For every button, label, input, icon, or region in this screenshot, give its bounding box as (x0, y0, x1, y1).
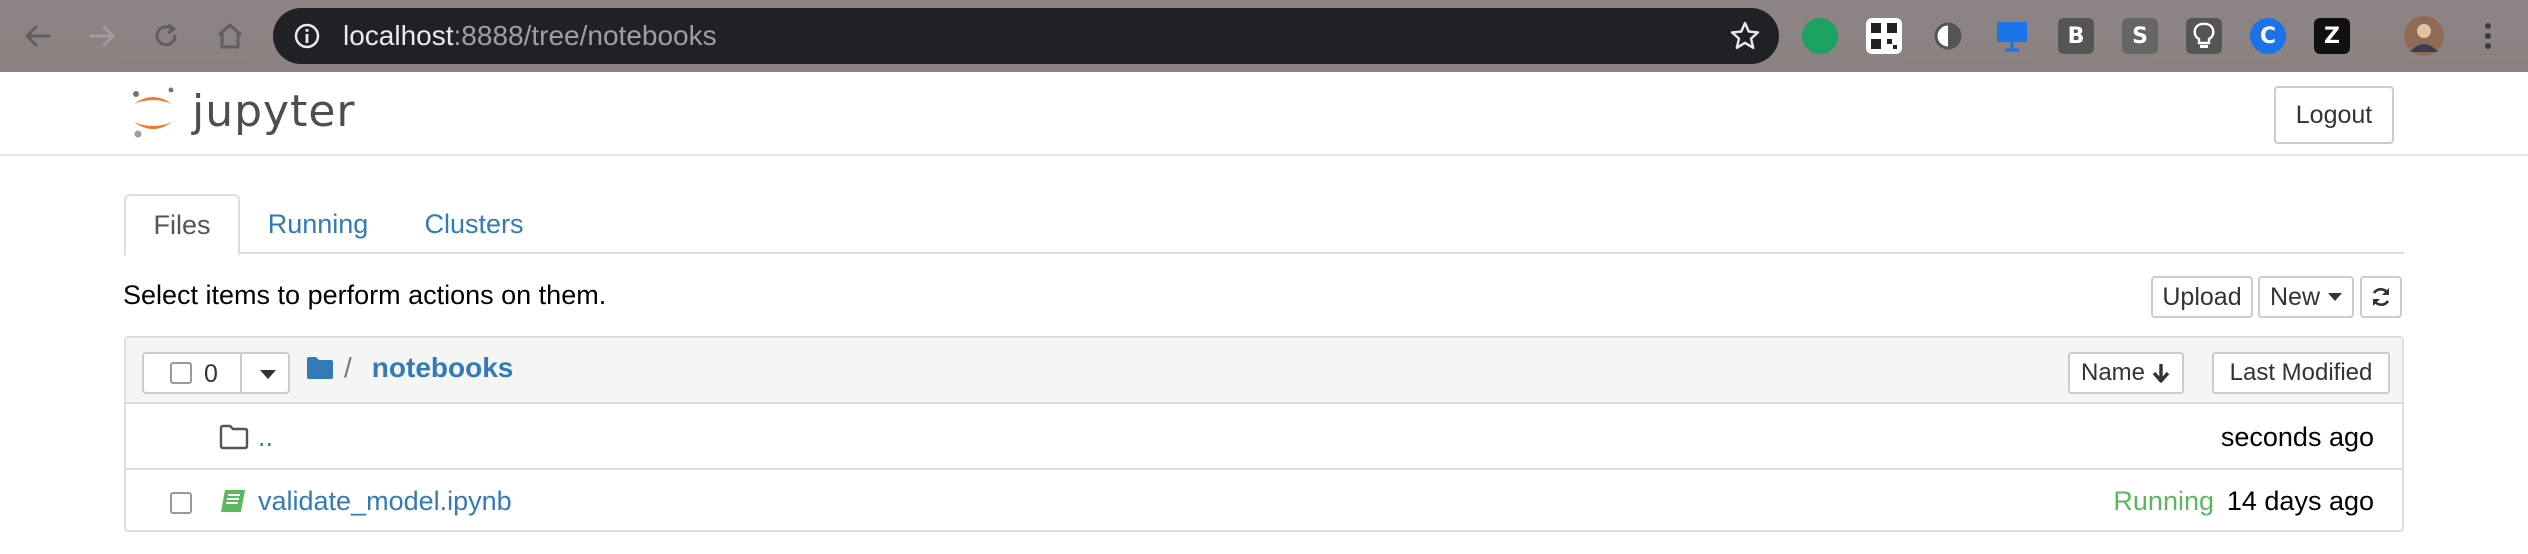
breadcrumb-folder-link[interactable]: notebooks (372, 352, 514, 384)
logout-button[interactable]: Logout (2274, 86, 2394, 144)
item-checkbox[interactable] (170, 492, 192, 514)
c-ext-extension-icon[interactable]: C (2250, 18, 2286, 54)
notebook-icon (221, 490, 245, 512)
selected-count: 0 (204, 360, 218, 388)
tab-bar: Files Running Clusters (124, 194, 2404, 256)
s-ext-extension-icon[interactable]: S (2122, 18, 2158, 54)
running-status: Running (2113, 486, 2214, 516)
home-icon (217, 23, 243, 49)
address-bar[interactable]: localhost:8888/tree/notebooks (273, 8, 1779, 64)
notebook-link[interactable]: validate_model.ipynb (258, 486, 512, 517)
refresh-icon (2372, 288, 2390, 306)
jupyter-logo-icon (133, 87, 174, 138)
jupyter-header: jupyter Logout (0, 72, 2528, 156)
back-button[interactable] (18, 16, 58, 56)
browser-menu-button[interactable] (2468, 16, 2508, 56)
tab-clusters[interactable]: Clusters (418, 194, 530, 254)
sort-name-label: Name (2080, 359, 2146, 386)
green-dot-extension-icon[interactable] (1802, 18, 1838, 54)
file-list-header: 0 / notebooks Name Last Modified (126, 338, 2402, 404)
caret-down-icon (2328, 293, 2342, 301)
select-all-group[interactable]: 0 (142, 352, 290, 394)
b-ext-extension-icon[interactable]: B (2058, 18, 2094, 54)
breadcrumb: / notebooks (306, 352, 513, 384)
new-label: New (2269, 282, 2320, 311)
divider (240, 354, 242, 392)
z-ext-extension-icon[interactable]: Z (2314, 18, 2350, 54)
forward-button[interactable] (82, 16, 122, 56)
arrow-down-icon (2152, 364, 2170, 383)
bookmark-star-icon[interactable] (1729, 20, 1761, 52)
list-item[interactable]: .. seconds ago (126, 406, 2402, 470)
jupyter-logo-text: jupyter (192, 86, 356, 137)
jupyter-logo[interactable]: jupyter (128, 82, 356, 142)
list-item[interactable]: validate_model.ipynb Running 14 days ago (126, 470, 2402, 534)
selection-hint: Select items to perform actions on them. (123, 280, 607, 310)
screen-extension-icon[interactable] (1994, 18, 2030, 54)
browser-toolbar: localhost:8888/tree/notebooks BS CZ (0, 0, 2528, 72)
tab-running[interactable]: Running (260, 194, 376, 254)
sort-by-name-button[interactable]: Name (2068, 352, 2184, 394)
refresh-button[interactable] (2360, 276, 2402, 318)
folder-outline-icon (219, 424, 249, 450)
sort-by-modified-button[interactable]: Last Modified (2212, 352, 2390, 394)
folder-icon[interactable] (306, 356, 334, 380)
last-modified: 14 days ago (2226, 486, 2374, 516)
qr-code-extension-icon[interactable] (1866, 18, 1902, 54)
select-menu-caret-icon[interactable] (260, 370, 276, 379)
tab-files[interactable]: Files (124, 194, 240, 256)
reload-icon (155, 23, 177, 47)
avatar-icon (2404, 16, 2444, 56)
breadcrumb-separator: / (344, 352, 352, 383)
last-modified: seconds ago (2220, 422, 2374, 452)
info-icon[interactable] (293, 22, 321, 50)
circle-extension-icon[interactable] (1930, 18, 1966, 54)
profile-avatar[interactable] (2404, 16, 2444, 56)
more-vertical-icon (2485, 23, 2491, 49)
url-text: localhost:8888/tree/notebooks (343, 20, 717, 51)
arrow-right-icon (89, 25, 115, 47)
file-list: 0 / notebooks Name Last Modified .. seco… (124, 336, 2404, 532)
home-button[interactable] (210, 16, 250, 56)
new-dropdown-button[interactable]: New (2258, 276, 2354, 318)
arrow-left-icon (25, 25, 51, 47)
select-all-checkbox[interactable] (170, 362, 192, 384)
upload-button[interactable]: Upload (2151, 276, 2253, 318)
bulb-extension-icon[interactable] (2186, 18, 2222, 54)
parent-directory-link[interactable]: .. (258, 422, 273, 453)
reload-button[interactable] (146, 16, 186, 56)
